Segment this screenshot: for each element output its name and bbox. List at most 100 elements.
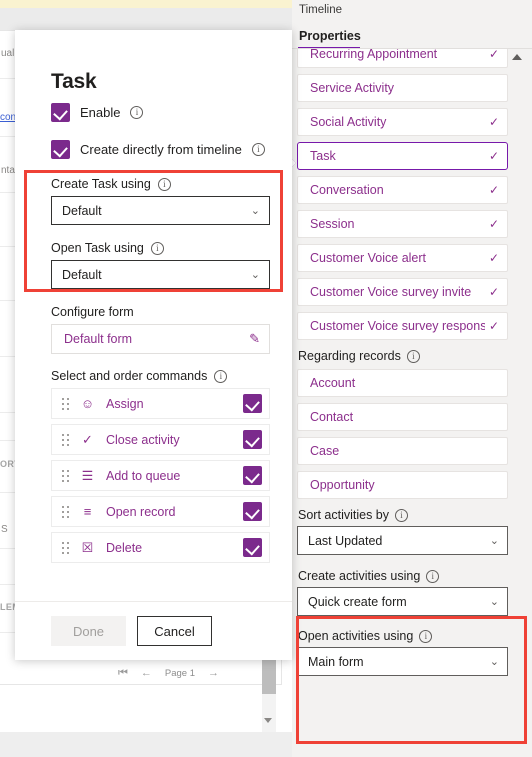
command-label: Add to queue — [106, 468, 181, 483]
regarding-record-item[interactable]: Account — [297, 369, 508, 397]
dialog-body: Enable i Create directly from timeline i… — [15, 103, 292, 568]
configure-form-label: Configure form — [51, 305, 134, 319]
drag-handle-icon[interactable] — [62, 541, 69, 554]
activity-item[interactable]: Task ✓ — [297, 142, 508, 170]
activity-item[interactable]: Social Activity ✓ — [297, 108, 508, 136]
activity-item[interactable]: Customer Voice survey invite ✓ — [297, 278, 508, 306]
open-task-label-row: Open Task using i — [51, 241, 292, 255]
open-task-select[interactable]: Default ⌄ — [51, 260, 270, 289]
create-directly-checkbox[interactable] — [51, 140, 70, 159]
chevron-down-icon: ⌄ — [489, 656, 499, 668]
scroll-down-arrow-icon[interactable] — [264, 718, 272, 723]
sort-activities-select[interactable]: Last Updated ⌄ — [297, 526, 508, 555]
page-number-label: Page 1 — [164, 667, 196, 679]
info-icon[interactable]: i — [130, 106, 144, 119]
activity-item[interactable]: Customer Voice survey response ✓ — [297, 312, 508, 340]
regarding-record-item[interactable]: Opportunity — [297, 471, 508, 499]
drag-handle-icon[interactable] — [62, 433, 69, 446]
chevron-down-icon: ⌄ — [489, 535, 499, 547]
command-label: Open record — [106, 504, 176, 519]
cancel-button[interactable]: Cancel — [137, 616, 212, 646]
checkmark-icon: ✓ — [488, 115, 499, 129]
info-icon[interactable]: i — [395, 508, 409, 522]
info-icon[interactable]: i — [406, 349, 420, 363]
create-activities-select[interactable]: Quick create form ⌄ — [297, 587, 508, 616]
checkmark-icon: ✓ — [488, 285, 499, 299]
drag-handle-icon[interactable] — [62, 469, 69, 482]
background-text-fragment: S — [1, 524, 8, 535]
create-activities-value: Quick create form — [308, 594, 407, 609]
scroll-up-arrow-icon[interactable] — [512, 54, 522, 60]
dialog-footer: Done Cancel — [15, 601, 292, 660]
configure-form-label-row: Configure form — [51, 305, 292, 319]
create-task-select[interactable]: Default ⌄ — [51, 196, 270, 225]
activity-item-label: Recurring Appointment — [310, 49, 438, 61]
info-icon[interactable]: i — [214, 369, 228, 383]
configure-form-field[interactable]: Default form ✎ — [51, 324, 270, 354]
command-row[interactable]: ✓ Close activity — [51, 424, 270, 455]
info-icon[interactable]: i — [251, 143, 265, 156]
open-activities-value: Main form — [308, 654, 364, 669]
command-row[interactable]: ≡ Open record — [51, 496, 270, 527]
tab-properties[interactable]: Properties — [299, 29, 361, 43]
configure-form-value: Default form — [64, 332, 133, 346]
command-label: Delete — [106, 540, 143, 555]
previous-page-icon[interactable]: ← — [141, 668, 152, 679]
drag-handle-icon[interactable] — [62, 397, 69, 410]
chevron-down-icon: ⌄ — [489, 596, 499, 608]
command-checkbox[interactable] — [243, 394, 262, 413]
open-task-label: Open Task using — [51, 241, 144, 255]
breadcrumb[interactable]: Timeline — [299, 4, 342, 16]
activity-item[interactable]: Service Activity✓ — [297, 74, 508, 102]
activity-item[interactable]: Customer Voice alert ✓ — [297, 244, 508, 272]
activity-item[interactable]: Recurring Appointment ✓ — [297, 49, 508, 68]
properties-panel: Timeline Properties Recurring Appointmen… — [292, 0, 532, 757]
command-row[interactable]: ☒ Delete — [51, 532, 270, 563]
command-checkbox[interactable] — [243, 502, 262, 521]
background-text-fragment: nta — [1, 165, 15, 176]
checkmark-icon: ✓ — [488, 49, 499, 61]
activity-item[interactable]: Conversation ✓ — [297, 176, 508, 204]
assign-user-icon: ☺ — [80, 396, 95, 411]
background-link-fragment[interactable]: con — [0, 112, 16, 123]
pencil-edit-icon[interactable]: ✎ — [249, 331, 260, 347]
chevron-down-icon: ⌄ — [250, 269, 260, 281]
activity-item-label: Customer Voice survey response — [310, 319, 485, 333]
activity-item-label: Service Activity — [310, 81, 395, 95]
open-task-value: Default — [62, 267, 102, 282]
regarding-record-item[interactable]: Contact — [297, 403, 508, 431]
activity-item-label: Customer Voice alert — [310, 251, 427, 265]
info-icon[interactable]: i — [419, 629, 433, 643]
regarding-record-label: Contact — [310, 410, 354, 424]
info-icon[interactable]: i — [426, 569, 440, 583]
done-button[interactable]: Done — [51, 616, 126, 646]
enable-checkbox-row[interactable]: Enable i — [51, 103, 292, 122]
regarding-record-item[interactable]: Case — [297, 437, 508, 465]
drag-handle-icon[interactable] — [62, 505, 69, 518]
first-page-icon[interactable]: ⏮ — [118, 668, 128, 679]
commands-label: Select and order commands — [51, 369, 208, 383]
command-row[interactable]: ☺ Assign — [51, 388, 270, 419]
command-row[interactable]: ☰ Add to queue — [51, 460, 270, 491]
info-icon[interactable]: i — [157, 177, 171, 191]
command-checkbox[interactable] — [243, 430, 262, 449]
regarding-records-label: Regarding records — [298, 349, 401, 363]
command-checkbox[interactable] — [243, 466, 262, 485]
enable-checkbox[interactable] — [51, 103, 70, 122]
open-activities-select[interactable]: Main form ⌄ — [297, 647, 508, 676]
pagination-control[interactable]: ⏮ ← Page 1 → — [118, 668, 219, 679]
activity-item[interactable]: Session ✓ — [297, 210, 508, 238]
command-checkbox[interactable] — [243, 538, 262, 557]
create-task-label-row: Create Task using i — [51, 177, 292, 191]
info-icon[interactable]: i — [150, 241, 164, 255]
background-top-notification-bar — [0, 0, 292, 8]
next-page-icon[interactable]: → — [208, 668, 219, 679]
activity-item-label: Conversation — [310, 183, 384, 197]
checkmark-icon: ✓ — [82, 431, 93, 447]
checkmark-icon: ✓ — [488, 217, 499, 231]
sort-activities-label-row: Sort activities by i — [298, 508, 532, 522]
open-activities-label-row: Open activities using i — [298, 629, 532, 643]
activity-item-label: Session — [310, 217, 355, 231]
background-footer-strip — [0, 732, 292, 757]
create-directly-checkbox-row[interactable]: Create directly from timeline i — [51, 140, 292, 159]
